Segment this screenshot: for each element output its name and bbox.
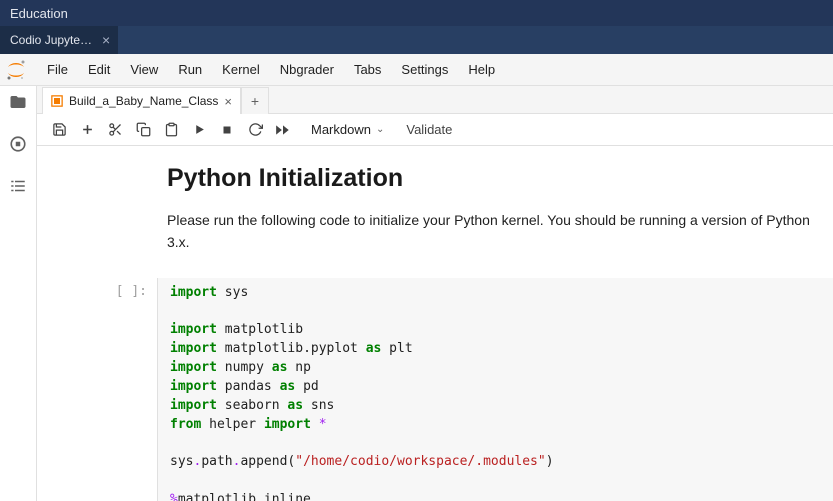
cut-icon[interactable]	[103, 118, 127, 142]
restart-run-all-icon[interactable]	[271, 118, 295, 142]
notebook-toolbar: Markdown ⌄ Validate	[37, 114, 833, 146]
menu-kernel[interactable]: Kernel	[212, 54, 270, 85]
add-tab-button[interactable]: +	[241, 87, 269, 114]
menu-nbgrader[interactable]: Nbgrader	[270, 54, 344, 85]
cell-type-dropdown[interactable]: Markdown ⌄	[305, 122, 390, 137]
app-tab-label: Codio Jupyte…	[10, 33, 92, 47]
window-titlebar: Education	[0, 0, 833, 26]
markdown-heading: Python Initialization	[167, 164, 815, 193]
jupyter-logo-icon	[3, 57, 29, 83]
window-title: Education	[10, 6, 68, 21]
menu-file[interactable]: File	[37, 54, 78, 85]
menu-tabs[interactable]: Tabs	[344, 54, 391, 85]
cell-prompt: [ ]:	[37, 278, 157, 501]
menu-run[interactable]: Run	[168, 54, 212, 85]
code-input[interactable]: import sys import matplotlib import matp…	[157, 278, 833, 501]
left-sidebar	[0, 86, 37, 501]
paste-icon[interactable]	[159, 118, 183, 142]
cell-type-label: Markdown	[311, 122, 371, 137]
running-icon[interactable]	[8, 134, 28, 154]
close-icon[interactable]: ×	[102, 32, 110, 48]
folder-icon[interactable]	[8, 92, 28, 112]
menu-settings[interactable]: Settings	[391, 54, 458, 85]
chevron-down-icon: ⌄	[376, 124, 384, 135]
restart-icon[interactable]	[243, 118, 267, 142]
menu-bar: File Edit View Run Kernel Nbgrader Tabs …	[0, 54, 833, 86]
validate-button[interactable]: Validate	[406, 122, 452, 137]
run-icon[interactable]	[187, 118, 211, 142]
markdown-paragraph: Please run the following code to initial…	[167, 209, 815, 254]
add-cell-icon[interactable]	[75, 118, 99, 142]
markdown-cell[interactable]: Python Initialization Please run the fol…	[37, 164, 833, 254]
app-tabs: Codio Jupyte… ×	[0, 26, 833, 54]
stop-icon[interactable]	[215, 118, 239, 142]
menu-edit[interactable]: Edit	[78, 54, 120, 85]
app-tab-codio[interactable]: Codio Jupyte… ×	[0, 26, 118, 54]
toc-icon[interactable]	[8, 176, 28, 196]
save-icon[interactable]	[47, 118, 71, 142]
menu-help[interactable]: Help	[458, 54, 505, 85]
code-cell[interactable]: [ ]: import sys import matplotlib import…	[37, 278, 833, 501]
notebook-body[interactable]: Python Initialization Please run the fol…	[37, 146, 833, 501]
notebook-tab[interactable]: Build_a_Baby_Name_Class ×	[42, 87, 241, 114]
notebook-icon	[51, 95, 63, 107]
menu-view[interactable]: View	[120, 54, 168, 85]
notebook-tab-label: Build_a_Baby_Name_Class	[69, 94, 218, 108]
document-tabs: Build_a_Baby_Name_Class × +	[37, 86, 833, 114]
close-icon[interactable]: ×	[224, 94, 232, 109]
copy-icon[interactable]	[131, 118, 155, 142]
